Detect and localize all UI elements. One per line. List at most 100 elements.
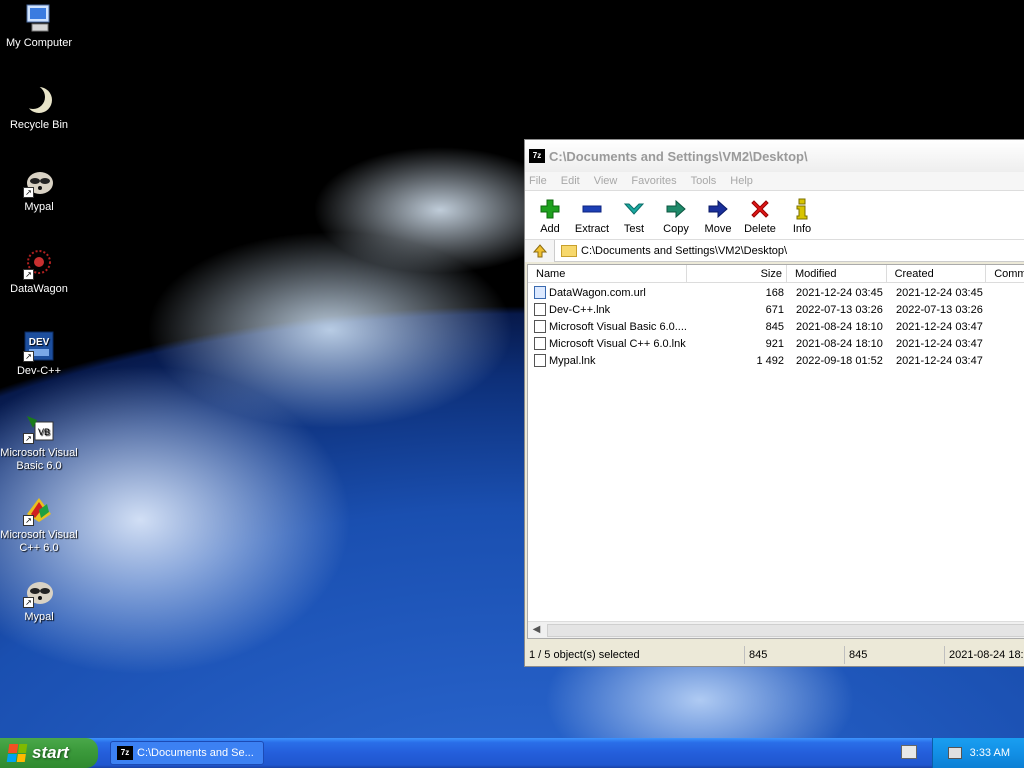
file-created: 2022-07-13 03:26 (896, 303, 983, 316)
desktop-icon-visual-basic[interactable]: VB ↗ Microsoft Visual Basic 6.0 (0, 412, 78, 473)
raccoon-icon: ↗ (23, 166, 55, 198)
test-label: Test (623, 223, 645, 235)
window-title: C:\Documents and Settings\VM2\Desktop\ (549, 148, 808, 164)
folder-icon (561, 244, 577, 257)
test-button[interactable]: Test (613, 192, 655, 238)
file-created: 2021-12-24 03:47 (896, 320, 983, 333)
file-icon (534, 354, 546, 367)
window-titlebar[interactable]: 7z C:\Documents and Settings\VM2\Desktop… (525, 140, 1024, 172)
menu-tools[interactable]: Tools (691, 175, 717, 187)
shortcut-arrow-icon: ↗ (23, 351, 34, 362)
table-row[interactable]: DataWagon.com.url 168 2021-12-24 03:45 2… (528, 284, 1024, 301)
file-name: Microsoft Visual C++ 6.0.lnk (549, 337, 686, 350)
column-size[interactable]: Size (687, 265, 787, 282)
up-folder-button[interactable] (525, 239, 555, 262)
add-button[interactable]: Add (529, 192, 571, 238)
desktop-icon-dev-cpp[interactable]: DEV ↗ Dev-C++ (0, 330, 78, 378)
check-icon (623, 203, 645, 215)
desktop-icon-recycle-bin[interactable]: Recycle Bin (0, 84, 78, 132)
info-label: Info (792, 223, 812, 235)
file-modified: 2021-08-24 18:10 (796, 337, 883, 350)
shortcut-arrow-icon: ↗ (23, 433, 34, 444)
desktop-icon-my-computer[interactable]: My Computer (0, 2, 78, 50)
file-created: 2021-12-24 03:47 (896, 337, 983, 350)
desktop-icon-mypal[interactable]: ↗ Mypal (0, 166, 78, 214)
table-row[interactable]: Microsoft Visual C++ 6.0.lnk 921 2021-08… (528, 335, 1024, 352)
raccoon-icon: ↗ (23, 576, 55, 608)
address-path[interactable]: C:\Documents and Settings\VM2\Desktop\ (555, 244, 788, 257)
taskbar: start 7z C:\Documents and Se... 3:33 AM (0, 738, 1024, 768)
horizontal-scrollbar[interactable]: ◀ (528, 621, 1024, 638)
desktop-icon-label: Recycle Bin (9, 119, 69, 131)
dev-cpp-icon: DEV ↗ (23, 330, 55, 362)
datawagon-icon: ↗ (23, 248, 55, 280)
column-created[interactable]: Created (887, 265, 987, 282)
taskbar-window-label: C:\Documents and Se... (137, 747, 254, 759)
menu-view[interactable]: View (594, 175, 618, 187)
file-size: 671 (765, 303, 784, 316)
start-button[interactable]: start (0, 738, 98, 768)
file-list[interactable]: Name Size Modified Created Comm DataWago… (527, 264, 1024, 639)
info-icon (796, 198, 808, 220)
desktop-icon-label: Microsoft Visual C++ 6.0 (0, 529, 78, 554)
table-row[interactable]: Dev-C++.lnk 671 2022-07-13 03:26 2022-07… (528, 301, 1024, 318)
windows-logo-icon (6, 744, 28, 762)
desktop-icon-datawagon[interactable]: ↗ DataWagon (0, 248, 78, 296)
table-row[interactable]: Microsoft Visual Basic 6.0.... 845 2021-… (528, 318, 1024, 335)
minus-icon (582, 205, 602, 213)
desktop-icon-label: Mypal (24, 611, 54, 623)
arrow-right-icon (708, 199, 728, 219)
clock[interactable]: 3:33 AM (970, 747, 1010, 759)
table-row[interactable]: Mypal.lnk 1 492 2022-09-18 01:52 2021-12… (528, 352, 1024, 369)
file-icon (534, 337, 546, 350)
file-size: 921 (765, 337, 784, 350)
address-text: C:\Documents and Settings\VM2\Desktop\ (581, 244, 788, 257)
copy-button[interactable]: Copy (655, 192, 697, 238)
menu-edit[interactable]: Edit (561, 175, 580, 187)
file-modified: 2022-09-18 01:52 (796, 354, 883, 367)
delete-label: Delete (744, 223, 776, 235)
shortcut-arrow-icon: ↗ (23, 597, 34, 608)
shortcut-arrow-icon: ↗ (23, 269, 34, 280)
file-size: 845 (765, 320, 784, 333)
menu-file[interactable]: File (529, 175, 547, 187)
desktop-icon-label: Dev-C++ (16, 365, 62, 377)
keyboard-icon[interactable] (901, 745, 917, 759)
column-comment[interactable]: Comm (986, 265, 1024, 282)
column-modified[interactable]: Modified (787, 265, 887, 282)
desktop-icon-label: Mypal (24, 201, 54, 213)
info-button[interactable]: Info (781, 192, 823, 238)
desktop-icon-label: DataWagon (10, 283, 68, 295)
file-modified: 2021-08-24 18:10 (796, 320, 883, 333)
file-name: Dev-C++.lnk (549, 303, 611, 316)
plus-icon (540, 199, 560, 219)
up-arrow-icon (532, 243, 547, 257)
toolbar: Add Extract Test Copy Move Delete Info (525, 190, 1024, 240)
x-icon (751, 200, 769, 218)
status-bar: 1 / 5 object(s) selected 845 845 2021-08… (525, 645, 1024, 665)
menu-bar: File Edit View Favorites Tools Help (525, 172, 1024, 190)
address-bar: C:\Documents and Settings\VM2\Desktop\ (525, 239, 1024, 262)
menu-favorites[interactable]: Favorites (631, 175, 676, 187)
scroll-thumb[interactable] (547, 623, 1024, 637)
column-name[interactable]: Name (528, 265, 688, 282)
visual-cpp-icon: ↗ (23, 494, 55, 526)
status-selected: 1 / 5 object(s) selected (525, 646, 745, 664)
computer-icon (23, 2, 55, 34)
taskbar-window-button[interactable]: 7z C:\Documents and Se... (110, 741, 264, 765)
list-header: Name Size Modified Created Comm (528, 265, 1024, 283)
copy-label: Copy (663, 223, 689, 235)
status-date: 2021-08-24 18: (949, 649, 1024, 661)
network-icon[interactable] (947, 747, 962, 759)
desktop-icon-visual-cpp[interactable]: ↗ Microsoft Visual C++ 6.0 (0, 494, 78, 555)
file-created: 2021-12-24 03:45 (896, 286, 983, 299)
delete-button[interactable]: Delete (739, 192, 781, 238)
desktop-icon-mypal-2[interactable]: ↗ Mypal (0, 576, 78, 624)
menu-help[interactable]: Help (730, 175, 753, 187)
status-size: 845 (745, 646, 845, 664)
desktop-icon-label: Microsoft Visual Basic 6.0 (0, 447, 78, 472)
move-button[interactable]: Move (697, 192, 739, 238)
file-icon (534, 320, 546, 333)
extract-button[interactable]: Extract (571, 192, 613, 238)
scroll-left-icon[interactable]: ◀ (528, 622, 545, 638)
